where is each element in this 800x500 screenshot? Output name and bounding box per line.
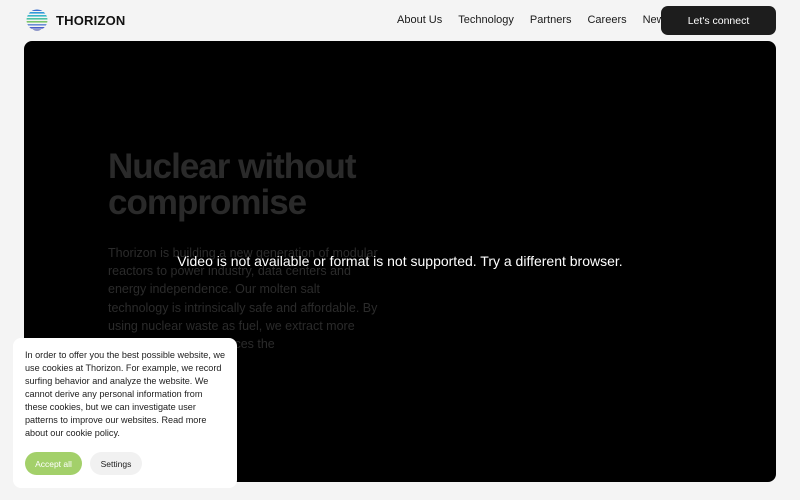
cookie-text: In order to offer you the best possible … [25, 350, 226, 438]
nav-partners[interactable]: Partners [530, 14, 572, 26]
video-unavailable-message: Video is not available or format is not … [177, 253, 623, 269]
lets-connect-button[interactable]: Let's connect [661, 6, 776, 35]
hero-title: Nuclear without compromise [108, 147, 357, 222]
nav-technology[interactable]: Technology [458, 14, 514, 26]
main-nav: About Us Technology Partners Careers New… [397, 14, 686, 26]
nav-careers[interactable]: Careers [587, 14, 626, 26]
cookie-actions: Accept all Settings [25, 452, 142, 475]
logo[interactable]: THORIZON [26, 9, 125, 31]
site-header: THORIZON About Us Technology Partners Ca… [0, 0, 800, 41]
accept-all-button[interactable]: Accept all [25, 452, 82, 475]
brand-name: THORIZON [56, 12, 126, 28]
cookie-settings-button[interactable]: Settings [90, 452, 142, 475]
striped-globe-icon [26, 9, 48, 31]
nav-about-us[interactable]: About Us [397, 14, 442, 26]
page: THORIZON About Us Technology Partners Ca… [0, 0, 800, 500]
cookie-banner: In order to offer you the best possible … [13, 338, 237, 488]
